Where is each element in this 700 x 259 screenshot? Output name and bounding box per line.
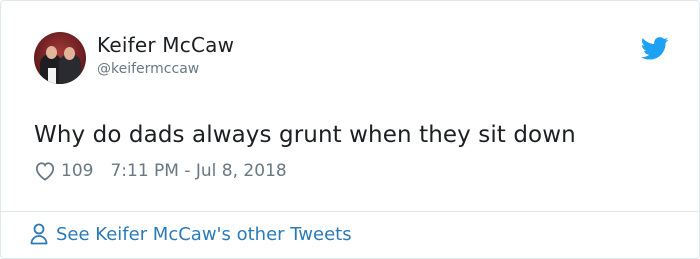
- heart-icon[interactable]: [34, 161, 56, 181]
- avatar[interactable]: [34, 32, 86, 84]
- avatar-face-left: [46, 46, 57, 59]
- author-name[interactable]: Keifer McCaw: [97, 33, 234, 57]
- divider: [1, 211, 699, 212]
- avatar-face-right: [64, 47, 75, 60]
- like-count[interactable]: 109: [61, 161, 93, 181]
- other-tweets-label[interactable]: See Keifer McCaw's other Tweets: [56, 224, 352, 245]
- author-handle[interactable]: @keifermccaw: [97, 61, 199, 77]
- avatar-shirt: [48, 68, 56, 84]
- other-tweets-link[interactable]: See Keifer McCaw's other Tweets: [30, 223, 352, 245]
- twitter-bird-icon[interactable]: [641, 37, 669, 60]
- tweet-text: Why do dads always grunt when they sit d…: [34, 122, 576, 148]
- person-icon: [30, 223, 48, 245]
- tweet-timestamp[interactable]: 7:11 PM - Jul 8, 2018: [110, 161, 286, 181]
- tweet-meta: 109 7:11 PM - Jul 8, 2018: [34, 161, 287, 181]
- tweet-card: Keifer McCaw @keifermccaw Why do dads al…: [0, 0, 700, 259]
